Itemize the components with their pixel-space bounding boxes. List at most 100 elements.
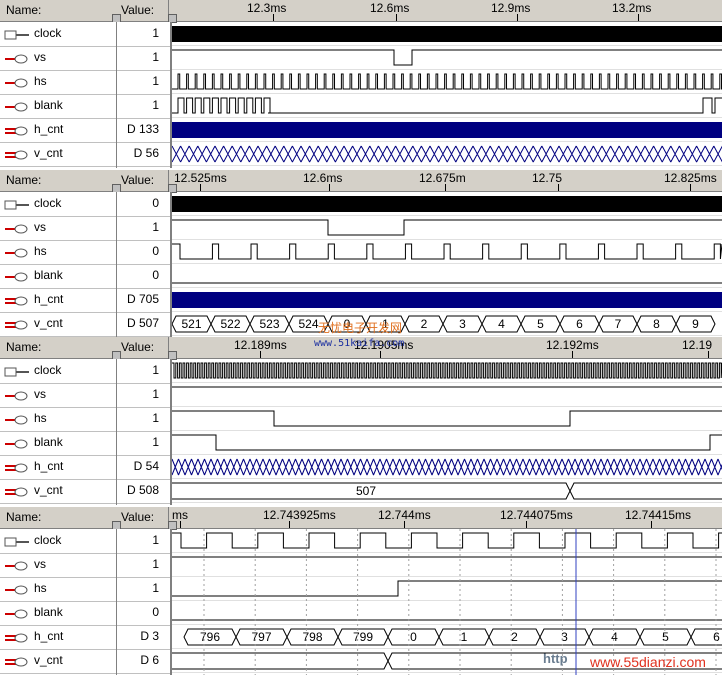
signal-name: clock xyxy=(34,363,62,377)
signal-value-text: D 507 xyxy=(126,316,159,330)
signal-row-clock[interactable]: clock xyxy=(0,192,116,217)
signal-row-vs[interactable]: vs xyxy=(0,553,116,578)
signal-value-column: 1 1 1 1 D 133 D 56 xyxy=(116,22,171,168)
signal-row-v-cnt[interactable]: v_cnt xyxy=(0,142,116,167)
time-tick-mark xyxy=(558,184,559,191)
time-tick-mark xyxy=(526,521,527,528)
signal-row-hs[interactable]: hs xyxy=(0,70,116,95)
signal-value: D 6 xyxy=(117,649,171,674)
bus-value-label: 798 xyxy=(302,630,322,644)
signal-value: D 3 xyxy=(117,625,171,650)
signal-value: 1 xyxy=(117,359,171,384)
signal-row-vs[interactable]: vs xyxy=(0,383,116,408)
time-tick-label: 13.2ms xyxy=(612,1,652,15)
bus-value-label: 4 xyxy=(498,317,505,331)
signal-row-blank[interactable]: blank xyxy=(0,601,116,626)
input-pin-icon xyxy=(4,29,30,40)
time-tick-mark xyxy=(200,184,201,191)
time-tick-mark xyxy=(396,14,397,21)
bus-value-label: 9 xyxy=(692,317,699,331)
bus-value-label: 6 xyxy=(713,630,720,644)
signal-row-v-cnt[interactable]: v_cnt xyxy=(0,479,116,504)
signal-row-v-cnt[interactable]: v_cnt xyxy=(0,649,116,674)
signal-row-blank[interactable]: blank xyxy=(0,431,116,456)
time-tick-label: 12.6ms xyxy=(370,1,410,15)
waveform-area[interactable]: 521 522 523 524 0 1 2 3 4 5 6 7 8 9 xyxy=(172,192,722,338)
signal-row-h-cnt[interactable]: h_cnt xyxy=(0,455,116,480)
output-pin-icon xyxy=(4,414,30,425)
waveform-area[interactable]: 507 xyxy=(172,359,722,505)
signal-row-blank[interactable]: blank xyxy=(0,264,116,289)
h-cnt-bus-fill xyxy=(172,122,722,138)
time-tick-label: 12.192ms xyxy=(546,338,599,352)
clock-bus-fill xyxy=(172,26,722,42)
signal-row-vs[interactable]: vs xyxy=(0,46,116,71)
time-tick-label: 12.74415ms xyxy=(625,508,692,522)
signal-row-h-cnt[interactable]: h_cnt xyxy=(0,118,116,143)
bus-value-label: 5 xyxy=(662,630,669,644)
time-tick-label: 12.675m xyxy=(419,171,466,185)
signal-name: blank xyxy=(34,605,63,619)
time-tick-mark xyxy=(651,521,652,528)
watermark-http: http xyxy=(543,651,568,666)
signal-name-column: clock vs hs blank h_cnt v_cnt xyxy=(0,192,116,338)
signal-name: hs xyxy=(34,581,47,595)
signal-row-clock[interactable]: clock xyxy=(0,529,116,554)
signal-name: hs xyxy=(34,74,47,88)
signal-value-text: 0 xyxy=(152,268,159,282)
signal-row-vs[interactable]: vs xyxy=(0,216,116,241)
time-tick-label: 12.3ms xyxy=(247,1,287,15)
signal-value: D 507 xyxy=(117,312,171,337)
signal-value: 1 xyxy=(117,22,171,47)
bus-value-label: 2 xyxy=(511,630,518,644)
bus-output-icon xyxy=(4,486,30,497)
bus-value-label: 0 xyxy=(410,630,417,644)
time-tick-mark xyxy=(260,351,261,358)
signal-name: v_cnt xyxy=(34,653,63,667)
hs-trace xyxy=(172,243,722,260)
signal-value: D 508 xyxy=(117,479,171,504)
signal-row-clock[interactable]: clock xyxy=(0,359,116,384)
output-pin-icon xyxy=(4,608,30,619)
bus-value-label: 2 xyxy=(421,317,428,331)
signal-row-blank[interactable]: blank xyxy=(0,94,116,119)
signal-row-hs[interactable]: hs xyxy=(0,407,116,432)
signal-name-column: clock vs hs blank h_cnt v_cnt xyxy=(0,22,116,168)
waveform-panel: Name: Value: 12.189ms 12.1905ms 12.192ms 12.1… xyxy=(0,337,722,505)
signal-name-column: clock vs hs blank h_cnt v_cnt xyxy=(0,529,116,675)
waveform-panel: Name: Value: 12.3ms 12.6ms 12.9ms 13.2ms clock… xyxy=(0,0,722,168)
name-column-header: Name: xyxy=(6,510,42,524)
signal-value-text: D 133 xyxy=(126,122,159,136)
site-watermark: www.55dianzi.com xyxy=(590,654,706,670)
signal-row-h-cnt[interactable]: h_cnt xyxy=(0,288,116,313)
bus-output-icon xyxy=(4,462,30,473)
bus-value-label: 521 xyxy=(181,317,201,331)
hs-trace xyxy=(172,73,722,90)
signal-row-hs[interactable]: hs xyxy=(0,240,116,265)
signal-row-hs[interactable]: hs xyxy=(0,577,116,602)
waveform-area[interactable] xyxy=(172,22,722,168)
time-tick-mark xyxy=(638,14,639,21)
signal-row-clock[interactable]: clock xyxy=(0,22,116,47)
signal-value: 0 xyxy=(117,240,171,265)
signal-value-text: 1 xyxy=(152,74,159,88)
bus-value-label: 524 xyxy=(298,317,318,331)
bus-output-icon xyxy=(4,319,30,330)
signal-value: D 705 xyxy=(117,288,171,313)
time-tick-label: 12.743925ms xyxy=(263,508,336,522)
v-cnt-bus-trace xyxy=(172,145,722,163)
value-column-header: Value: xyxy=(121,340,155,354)
signal-value-text: D 3 xyxy=(140,629,159,643)
clock-trace xyxy=(172,532,722,549)
signal-row-h-cnt[interactable]: h_cnt xyxy=(0,625,116,650)
signal-value: 1 xyxy=(117,577,171,602)
signal-row-v-cnt[interactable]: v_cnt xyxy=(0,312,116,337)
time-tick-mark xyxy=(289,521,290,528)
output-pin-icon xyxy=(4,560,30,571)
signal-name: clock xyxy=(34,26,62,40)
value-column-header: Value: xyxy=(121,510,155,524)
signal-value-column: 0 1 0 0 D 705 D 507 xyxy=(116,192,171,338)
vs-trace xyxy=(172,219,722,236)
signal-value-text: 1 xyxy=(152,533,159,547)
bus-value-label: 797 xyxy=(251,630,271,644)
